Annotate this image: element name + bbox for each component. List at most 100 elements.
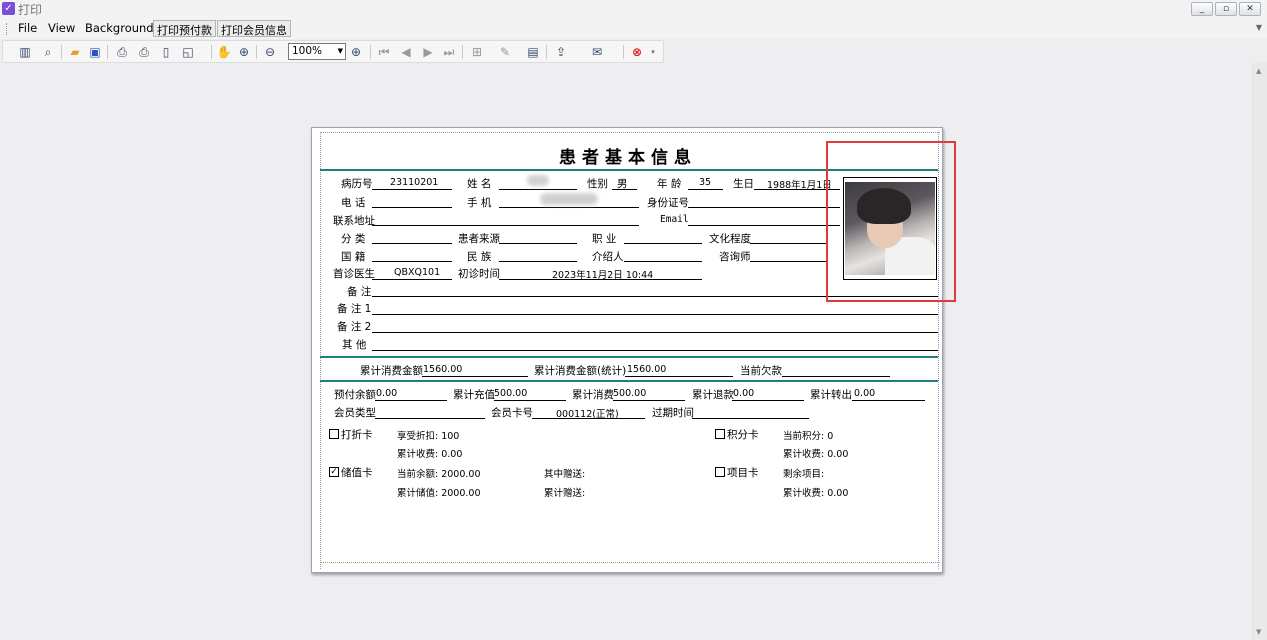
- zoom-in-icon[interactable]: ⊕: [348, 44, 364, 60]
- next-page-icon[interactable]: ▶: [420, 44, 436, 60]
- menu-view[interactable]: View: [48, 21, 75, 35]
- source-label: 患者来源: [458, 233, 500, 245]
- window-title: 打印: [18, 3, 43, 17]
- highlight-box: [826, 141, 956, 302]
- stored-card-checkbox[interactable]: ✓: [329, 467, 339, 477]
- discount-rate-text: 享受折扣: 100: [397, 431, 460, 442]
- job-label: 职 业: [592, 233, 617, 245]
- phone-label: 电 话: [341, 197, 366, 209]
- transfer-label: 累计转出: [810, 389, 852, 401]
- hand-tool-icon[interactable]: ✋: [216, 44, 232, 60]
- record-no-value: 23110201: [390, 177, 439, 188]
- last-page-icon[interactable]: ⏭: [441, 44, 457, 60]
- restore-button[interactable]: ▫: [1215, 2, 1237, 16]
- note-label: 备 注: [347, 286, 372, 298]
- note2-label: 备 注 2: [337, 321, 372, 333]
- menu-file[interactable]: File: [18, 21, 37, 35]
- email-icon[interactable]: ✉: [589, 44, 605, 60]
- recharge-value: 500.00: [494, 388, 528, 399]
- name-redaction: [527, 175, 549, 186]
- zoom-select[interactable]: 100% ▼: [288, 43, 346, 60]
- email-label: Email: [660, 214, 689, 225]
- scroll-up-icon[interactable]: ▲: [1256, 67, 1261, 75]
- referrer-label: 介绍人: [592, 251, 624, 263]
- expire-label: 过期时间: [652, 407, 694, 419]
- remaining-items-text: 剩余项目:: [783, 469, 825, 480]
- refund-value: 0.00: [733, 388, 755, 399]
- current-balance-text: 当前余额: 2000.00: [397, 469, 481, 480]
- multi-page-icon[interactable]: ⊞: [469, 44, 485, 60]
- points-card-checkbox[interactable]: [715, 429, 725, 439]
- export-icon[interactable]: ⇪: [553, 44, 569, 60]
- education-label: 文化程度: [709, 233, 751, 245]
- zoom-out-icon[interactable]: ⊖: [262, 44, 278, 60]
- quick-print-icon[interactable]: ⎙: [136, 44, 152, 60]
- toolbar-options-icon[interactable]: ▾: [648, 44, 658, 60]
- title-bar: ✓ 打印 _ ▫ ✕: [0, 0, 1267, 18]
- menu-grip: [6, 23, 8, 35]
- first-visit-label: 初诊时间: [458, 268, 500, 280]
- total-gift-text: 累计赠送:: [544, 488, 586, 499]
- mobile-label: 手 机: [467, 197, 492, 209]
- other-label: 其 他: [342, 339, 367, 351]
- close-button[interactable]: ✕: [1239, 2, 1261, 16]
- section-divider-2: [320, 380, 938, 382]
- name-label: 姓 名: [467, 178, 492, 190]
- gift-included-text: 其中赠送:: [544, 469, 586, 480]
- project-card-checkbox[interactable]: [715, 467, 725, 477]
- vertical-scrollbar[interactable]: ▲ ▼: [1252, 63, 1267, 640]
- total-consume-stat-value: 1560.00: [627, 364, 667, 375]
- first-page-icon[interactable]: ⏮: [376, 44, 392, 60]
- transfer-value: 0.00: [854, 388, 876, 399]
- open-icon[interactable]: ▰: [67, 44, 83, 60]
- mobile-redaction: [540, 193, 598, 205]
- tab-print-prepay[interactable]: 打印预付款: [153, 20, 216, 37]
- address-label: 联系地址: [333, 215, 375, 227]
- toolbar: ▥ ⌕ ▰ ▣ ⎙ ⎙ ▯ ◱ ✋ ⊕ ⊖ 100% ▼ ⊕ ⏮ ◀ ▶ ⏭ ⊞…: [2, 40, 664, 63]
- page-setup-icon[interactable]: ▯: [158, 44, 174, 60]
- menu-background[interactable]: Background: [85, 21, 154, 35]
- age-label: 年 龄: [657, 178, 682, 190]
- project-charged-text: 累计收费: 0.00: [783, 488, 849, 499]
- id-no-label: 身份证号: [647, 197, 689, 209]
- points-card-label: 积分卡: [727, 429, 759, 441]
- scroll-down-icon[interactable]: ▼: [1256, 628, 1261, 636]
- section-divider-1: [320, 356, 938, 358]
- total-consume-value: 1560.00: [423, 364, 463, 375]
- minimize-button[interactable]: _: [1191, 2, 1213, 16]
- age-value: 35: [699, 177, 712, 188]
- ethnicity-label: 民 族: [467, 251, 492, 263]
- record-no-label: 病历号: [341, 178, 373, 190]
- discount-card-checkbox[interactable]: [329, 429, 339, 439]
- thumbnails-icon[interactable]: ▥: [17, 44, 33, 60]
- nationality-label: 国 籍: [341, 251, 366, 263]
- first-doctor-value: QBXQ101: [394, 267, 441, 278]
- zoom-value: 100%: [292, 45, 323, 57]
- save-icon[interactable]: ▣: [87, 44, 103, 60]
- scale-icon[interactable]: ◱: [180, 44, 196, 60]
- color-icon[interactable]: ✎: [497, 44, 513, 60]
- prepay-label: 预付余额: [334, 389, 376, 401]
- current-points-text: 当前积分: 0: [783, 431, 834, 442]
- app-check-icon: ✓: [2, 2, 15, 15]
- menu-bar: File View Background 打印预付款 打印会员信息 ▼: [0, 18, 1267, 39]
- member-type-label: 会员类型: [334, 407, 376, 419]
- note1-label: 备 注 1: [337, 303, 372, 315]
- magnifier-icon[interactable]: ⊕: [236, 44, 252, 60]
- refund-label: 累计退款: [692, 389, 734, 401]
- prev-page-icon[interactable]: ◀: [398, 44, 414, 60]
- card-no-label: 会员卡号: [491, 407, 533, 419]
- recharge-label: 累计充值: [453, 389, 495, 401]
- arrears-label: 当前欠款: [740, 365, 782, 377]
- tab-print-member[interactable]: 打印会员信息: [217, 20, 291, 37]
- print-icon[interactable]: ⎙: [114, 44, 130, 60]
- overflow-icon[interactable]: ▼: [1256, 23, 1262, 32]
- watermark-icon[interactable]: ▤: [525, 44, 541, 60]
- points-charged-text: 累计收费: 0.00: [783, 449, 849, 460]
- close-preview-icon[interactable]: ⊗: [629, 44, 645, 60]
- consultant-label: 咨询师: [719, 251, 751, 263]
- birthday-label: 生日: [733, 178, 754, 190]
- find-icon[interactable]: ⌕: [40, 44, 56, 60]
- first-doctor-label: 首诊医生: [333, 268, 375, 280]
- consume-label: 累计消费: [572, 389, 614, 401]
